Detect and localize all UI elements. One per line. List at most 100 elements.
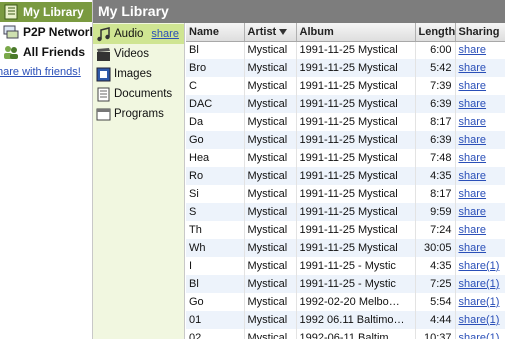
cell-length: 4:44 — [415, 311, 456, 329]
table-row[interactable]: C Mystical 1991-11-25 Mystical 7:39 share — [186, 77, 505, 95]
column-header-length[interactable]: Length — [415, 23, 456, 42]
cell-name: I — [186, 257, 245, 275]
cell-name: DAC — [186, 95, 245, 113]
cell-name: Go — [186, 293, 245, 311]
cell-length: 10:37 — [415, 329, 456, 339]
share-with-friends-link[interactable]: hare with friends! — [0, 66, 81, 78]
share-link[interactable]: share — [459, 242, 487, 254]
category-documents-label: Documents — [114, 88, 173, 100]
table-row[interactable]: S Mystical 1991-11-25 Mystical 9:59 share — [186, 203, 505, 221]
cell-sharing: share — [455, 239, 505, 257]
nav-item-all-friends[interactable]: All Friends — [0, 42, 92, 62]
share-link[interactable]: share(1) — [459, 260, 500, 272]
nav-label-p2p-network: P2P Network — [23, 25, 93, 39]
table-row[interactable]: Th Mystical 1991-11-25 Mystical 7:24 share — [186, 221, 505, 239]
cell-artist: Mystical — [244, 149, 297, 167]
page-title-bar: My Library — [93, 0, 505, 23]
cell-length: 7:24 — [415, 221, 456, 239]
column-header-artist[interactable]: Artist — [244, 23, 297, 42]
table-row[interactable]: I Mystical 1991-11-25 - Mystic 4:35 share(1) — [186, 257, 505, 275]
column-header-name[interactable]: Name — [186, 23, 245, 42]
cell-artist: Mystical — [244, 113, 297, 131]
cell-album: 1991-11-25 Mystical — [296, 167, 416, 185]
share-link[interactable]: share — [459, 98, 487, 110]
table-body: Bl Mystical 1991-11-25 Mystical 6:00 share Br… — [186, 41, 505, 339]
cell-sharing: share(1) — [455, 311, 505, 329]
share-link[interactable]: share — [459, 224, 487, 236]
cell-length: 7:39 — [415, 77, 456, 95]
cell-album: 1992-02-20 Melbo… — [296, 293, 416, 311]
column-header-album[interactable]: Album — [296, 23, 416, 42]
cell-album: 1991-11-25 Mystical — [296, 239, 416, 257]
category-programs[interactable]: Programs — [93, 104, 184, 124]
cell-length: 4:35 — [415, 257, 456, 275]
cell-artist: Mystical — [244, 257, 297, 275]
table-row[interactable]: DAC Mystical 1991-11-25 Mystical 6:39 share — [186, 95, 505, 113]
category-audio[interactable]: Audio share — [93, 24, 184, 44]
document-icon — [96, 87, 111, 102]
cell-album: 1992 06.11 Baltimo… — [296, 311, 416, 329]
table-header-row: Name Artist Album Length Sharing — [186, 23, 505, 42]
table-row[interactable]: Go Mystical 1992-02-20 Melbo… 5:54 share(1) — [186, 293, 505, 311]
cell-sharing: share(1) — [455, 329, 505, 339]
cell-artist: Mystical — [244, 95, 297, 113]
cell-length: 9:59 — [415, 203, 456, 221]
category-documents[interactable]: Documents — [93, 84, 184, 104]
table-row[interactable]: Si Mystical 1991-11-25 Mystical 8:17 share — [186, 185, 505, 203]
cell-sharing: share — [455, 113, 505, 131]
cell-sharing: share — [455, 95, 505, 113]
share-link[interactable]: share(1) — [459, 314, 500, 326]
nav-item-my-library[interactable]: My Library — [0, 2, 92, 22]
cell-sharing: share — [455, 41, 505, 59]
table-row[interactable]: Hea Mystical 1991-11-25 Mystical 7:48 share — [186, 149, 505, 167]
share-link[interactable]: share — [459, 44, 487, 56]
cell-length: 7:25 — [415, 275, 456, 293]
cell-album: 1992-06-11 Baltim… — [296, 329, 416, 339]
table-row[interactable]: Bl Mystical 1991-11-25 - Mystic 7:25 share(1… — [186, 275, 505, 293]
share-link[interactable]: share — [459, 134, 487, 146]
page-title: My Library — [98, 3, 169, 19]
cell-sharing: share — [455, 77, 505, 95]
share-link[interactable]: share — [459, 206, 487, 218]
share-link[interactable]: share(1) — [459, 296, 500, 308]
cell-album: 1991-11-25 Mystical — [296, 185, 416, 203]
cell-length: 6:39 — [415, 95, 456, 113]
category-images[interactable]: Images — [93, 64, 184, 84]
table-row[interactable]: Da Mystical 1991-11-25 Mystical 8:17 share — [186, 113, 505, 131]
share-link[interactable]: share — [459, 116, 487, 128]
share-link[interactable]: share(1) — [459, 332, 500, 339]
column-header-sharing[interactable]: Sharing — [455, 23, 505, 42]
cell-artist: Mystical — [244, 275, 297, 293]
share-link[interactable]: share — [459, 152, 487, 164]
cell-name: Hea — [186, 149, 245, 167]
category-videos[interactable]: Videos — [93, 44, 184, 64]
cell-artist: Mystical — [244, 41, 297, 59]
share-link[interactable]: share(1) — [459, 278, 500, 290]
table-row[interactable]: Ro Mystical 1991-11-25 Mystical 4:35 share — [186, 167, 505, 185]
table-row[interactable]: 02 Mystical 1992-06-11 Baltim… 10:37 share(1… — [186, 329, 505, 339]
table-row[interactable]: Bro Mystical 1991-11-25 Mystical 5:42 share — [186, 59, 505, 77]
cell-name: Bl — [186, 41, 245, 59]
share-link[interactable]: share — [459, 80, 487, 92]
share-link[interactable]: share — [459, 188, 487, 200]
program-window-icon — [96, 107, 111, 122]
cell-name: 02 — [186, 329, 245, 339]
share-link[interactable]: share — [459, 170, 487, 182]
cell-sharing: share — [455, 203, 505, 221]
table-row[interactable]: Wh Mystical 1991-11-25 Mystical 30:05 share — [186, 239, 505, 257]
library-table: Name Artist Album Length Sharing Bl Mysti… — [186, 23, 505, 339]
audio-share-link[interactable]: share — [151, 28, 179, 40]
table-row[interactable]: Go Mystical 1991-11-25 Mystical 6:39 share — [186, 131, 505, 149]
table-row[interactable]: 01 Mystical 1992 06.11 Baltimo… 4:44 share(1… — [186, 311, 505, 329]
nav-label-all-friends: All Friends — [23, 45, 86, 59]
category-images-label: Images — [114, 68, 152, 80]
cell-album: 1991-11-25 Mystical — [296, 203, 416, 221]
film-clapper-icon — [96, 47, 111, 62]
share-link[interactable]: share — [459, 62, 487, 74]
cell-album: 1991-11-25 Mystical — [296, 131, 416, 149]
table-row[interactable]: Bl Mystical 1991-11-25 Mystical 6:00 share — [186, 41, 505, 59]
cell-name: Da — [186, 113, 245, 131]
nav-item-p2p-network[interactable]: P2P Network — [0, 22, 93, 42]
cell-name: C — [186, 77, 245, 95]
cell-length: 4:35 — [415, 167, 456, 185]
